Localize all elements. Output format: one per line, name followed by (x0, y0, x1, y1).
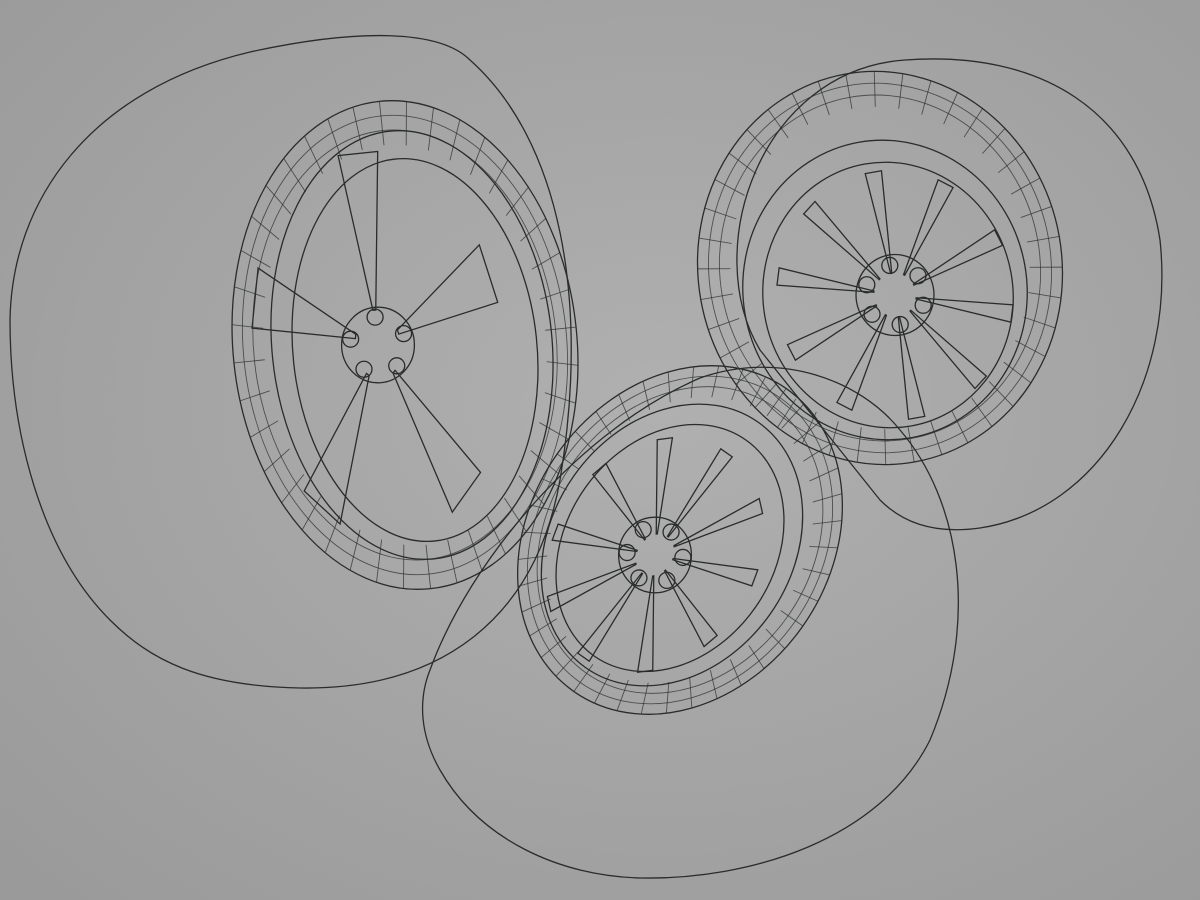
viewport-background (0, 0, 1200, 900)
viewport-canvas (0, 0, 1200, 900)
